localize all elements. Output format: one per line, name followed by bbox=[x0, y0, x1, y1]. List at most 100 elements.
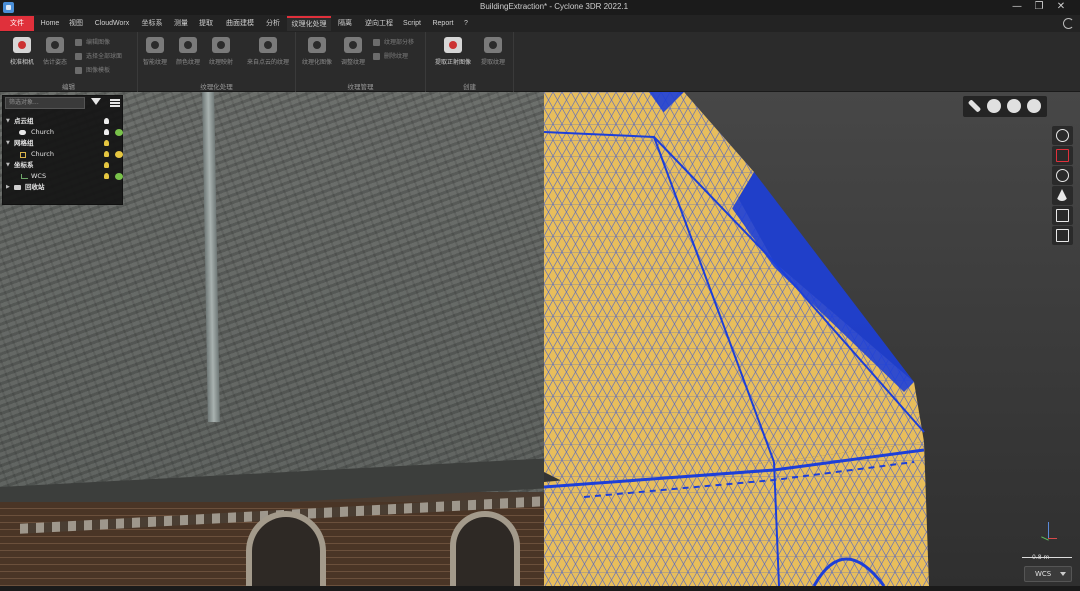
person-view-button[interactable] bbox=[1052, 166, 1073, 185]
ortho-image-icon bbox=[444, 37, 462, 53]
textured-image-icon bbox=[308, 37, 326, 53]
image-template-button[interactable]: 图像模板 bbox=[75, 65, 110, 76]
estimate-pose-button[interactable]: 估计姿态 bbox=[38, 37, 72, 66]
cloud-texture-label: 来自点云的纹理 bbox=[246, 59, 289, 66]
measure-distance-icon[interactable] bbox=[1007, 99, 1021, 113]
display-mode-icon[interactable] bbox=[115, 151, 123, 158]
ruler-icon[interactable] bbox=[967, 99, 982, 113]
adjust-texture-button[interactable]: 调整纹理 bbox=[336, 37, 370, 66]
cloud-texture-icon bbox=[259, 37, 277, 53]
visibility-bulb-icon[interactable] bbox=[104, 118, 109, 124]
scale-label: 0.8 m bbox=[1032, 554, 1050, 561]
cloud-texture-button[interactable]: 来自点云的纹理 bbox=[244, 37, 292, 66]
color-texture-button[interactable]: 颜色纹理 bbox=[171, 37, 205, 66]
group-label-create: 创建 bbox=[463, 83, 476, 91]
coordinate-system-select[interactable]: WCS bbox=[1024, 566, 1072, 582]
cube-icon bbox=[1056, 209, 1069, 222]
menu-help[interactable]: ? bbox=[460, 16, 472, 31]
menu-script[interactable]: Script bbox=[401, 16, 423, 31]
visibility-bulb-icon[interactable] bbox=[104, 151, 109, 157]
extract-texture-label: 提取纹理 bbox=[480, 59, 505, 66]
tree-node-recycle-bin[interactable]: ▶ 回收站 bbox=[3, 182, 124, 193]
menu-view[interactable]: 视图 bbox=[66, 16, 86, 31]
fit-view-button[interactable] bbox=[1052, 146, 1073, 165]
display-mode-icon[interactable] bbox=[115, 129, 123, 136]
cube-view-button[interactable] bbox=[1052, 206, 1073, 225]
expand-caret-icon[interactable]: ▼ bbox=[6, 160, 10, 171]
gothic-window-arch bbox=[450, 511, 520, 586]
tree-node-mesh-group[interactable]: ▼ 网格组 bbox=[3, 138, 124, 149]
menu-report[interactable]: Report bbox=[429, 16, 457, 31]
texture-move-button[interactable]: 纹理部分移 bbox=[373, 37, 414, 48]
expand-caret-icon[interactable]: ▶ bbox=[6, 182, 10, 193]
visibility-bulb-icon[interactable] bbox=[104, 173, 109, 179]
ribbon-group-texturing: 智能纹理 颜色纹理 纹理映射 来自点云的纹理 纹理化处理 bbox=[138, 32, 296, 92]
tree-node-label: 坐标系 bbox=[14, 161, 34, 169]
visibility-bulb-icon[interactable] bbox=[104, 129, 109, 135]
minimize-button[interactable]: — bbox=[1006, 0, 1028, 15]
tag-icon[interactable] bbox=[1027, 99, 1041, 113]
restore-button[interactable]: ❐ bbox=[1028, 0, 1050, 15]
menu-file[interactable]: 文件 bbox=[0, 16, 34, 31]
navigation-tool-button[interactable] bbox=[1052, 126, 1073, 145]
arrow-icon bbox=[1056, 189, 1068, 201]
measure-point-icon[interactable] bbox=[987, 99, 1001, 113]
right-viewport-mesh-render[interactable] bbox=[544, 92, 1080, 586]
tree-node-label: WCS bbox=[31, 172, 47, 180]
group-label-texturing: 纹理化处理 bbox=[200, 83, 233, 91]
texture-map-button[interactable]: 纹理映射 bbox=[204, 37, 238, 66]
menu-reverse-engineering[interactable]: 逆向工程 bbox=[359, 16, 399, 31]
hamburger-menu-icon[interactable] bbox=[110, 99, 120, 107]
axes-icon bbox=[21, 174, 28, 179]
menu-coordinate-system[interactable]: 坐标系 bbox=[137, 16, 167, 31]
tree-filter-bar: 筛选对象... bbox=[3, 96, 124, 110]
tree-node-label: 点云组 bbox=[14, 117, 34, 125]
tree-node-label: Church bbox=[31, 150, 55, 158]
menu-measure[interactable]: 测量 bbox=[170, 16, 192, 31]
texture-map-icon bbox=[212, 37, 230, 53]
close-button[interactable]: ✕ bbox=[1050, 0, 1072, 15]
menu-cloudworx[interactable]: CloudWorx bbox=[89, 16, 135, 31]
ribbon: 校准相机 估计姿态 编辑图像 选择全部球面 图像模板 编辑 智能纹理 颜色纹理 … bbox=[0, 32, 1080, 92]
extract-texture-icon bbox=[484, 37, 502, 53]
textured-image-button[interactable]: 纹理化图像 bbox=[300, 37, 334, 66]
snapshot-button[interactable] bbox=[1052, 226, 1073, 245]
tree-node-church-mesh[interactable]: Church bbox=[3, 149, 124, 160]
ribbon-group-texture-management: 纹理化图像 调整纹理 纹理部分移 删除纹理 纹理管理 bbox=[296, 32, 426, 92]
expand-caret-icon[interactable]: ▼ bbox=[6, 138, 10, 149]
select-spheres-button[interactable]: 选择全部球面 bbox=[75, 51, 122, 62]
menu-isolate[interactable]: 隔离 bbox=[334, 16, 356, 31]
filter-input[interactable]: 筛选对象... bbox=[5, 97, 85, 109]
extract-texture-button[interactable]: 提取纹理 bbox=[476, 37, 510, 66]
edit-image-button[interactable]: 编辑图像 bbox=[75, 37, 110, 48]
menu-texturing[interactable]: 纹理化处理 bbox=[287, 16, 331, 31]
color-texture-label: 颜色纹理 bbox=[175, 59, 200, 66]
scene-tree-panel: 筛选对象... ▼ 点云组 Church ▼ 网格组 Church ▼ 坐标系 … bbox=[2, 95, 123, 205]
smart-texture-button[interactable]: 智能纹理 bbox=[138, 37, 172, 66]
adjust-texture-icon bbox=[344, 37, 362, 53]
tree-node-coordinate-systems[interactable]: ▼ 坐标系 bbox=[3, 160, 124, 171]
trash-icon bbox=[14, 185, 21, 190]
menu-analysis[interactable]: 分析 bbox=[262, 16, 284, 31]
camera-icon bbox=[46, 37, 64, 53]
delete-texture-button[interactable]: 删除纹理 bbox=[373, 51, 408, 62]
refresh-icon[interactable] bbox=[1063, 18, 1074, 29]
menu-surface-modeling[interactable]: 曲面建模 bbox=[220, 16, 260, 31]
menu-extract[interactable]: 提取 bbox=[195, 16, 217, 31]
display-mode-icon[interactable] bbox=[115, 173, 123, 180]
measure-toolbar bbox=[963, 96, 1047, 117]
expand-caret-icon[interactable]: ▼ bbox=[6, 116, 10, 127]
visibility-bulb-icon[interactable] bbox=[104, 140, 109, 146]
tree-node-cloud-group[interactable]: ▼ 点云组 bbox=[3, 116, 124, 127]
extract-ortho-image-button[interactable]: 提取正射图像 bbox=[432, 37, 474, 66]
visibility-bulb-icon[interactable] bbox=[104, 162, 109, 168]
estimate-pose-label: 估计姿态 bbox=[42, 59, 67, 66]
tree-node-church-cloud[interactable]: Church bbox=[3, 127, 124, 138]
tree-node-wcs[interactable]: WCS bbox=[3, 171, 124, 182]
filter-icon[interactable] bbox=[91, 98, 101, 105]
tree-node-label: 回收站 bbox=[25, 183, 45, 191]
menu-home[interactable]: Home bbox=[37, 16, 63, 31]
calibrate-camera-button[interactable]: 校准相机 bbox=[5, 37, 39, 66]
direction-view-button[interactable] bbox=[1052, 186, 1073, 205]
camera-calibrate-icon bbox=[13, 37, 31, 53]
